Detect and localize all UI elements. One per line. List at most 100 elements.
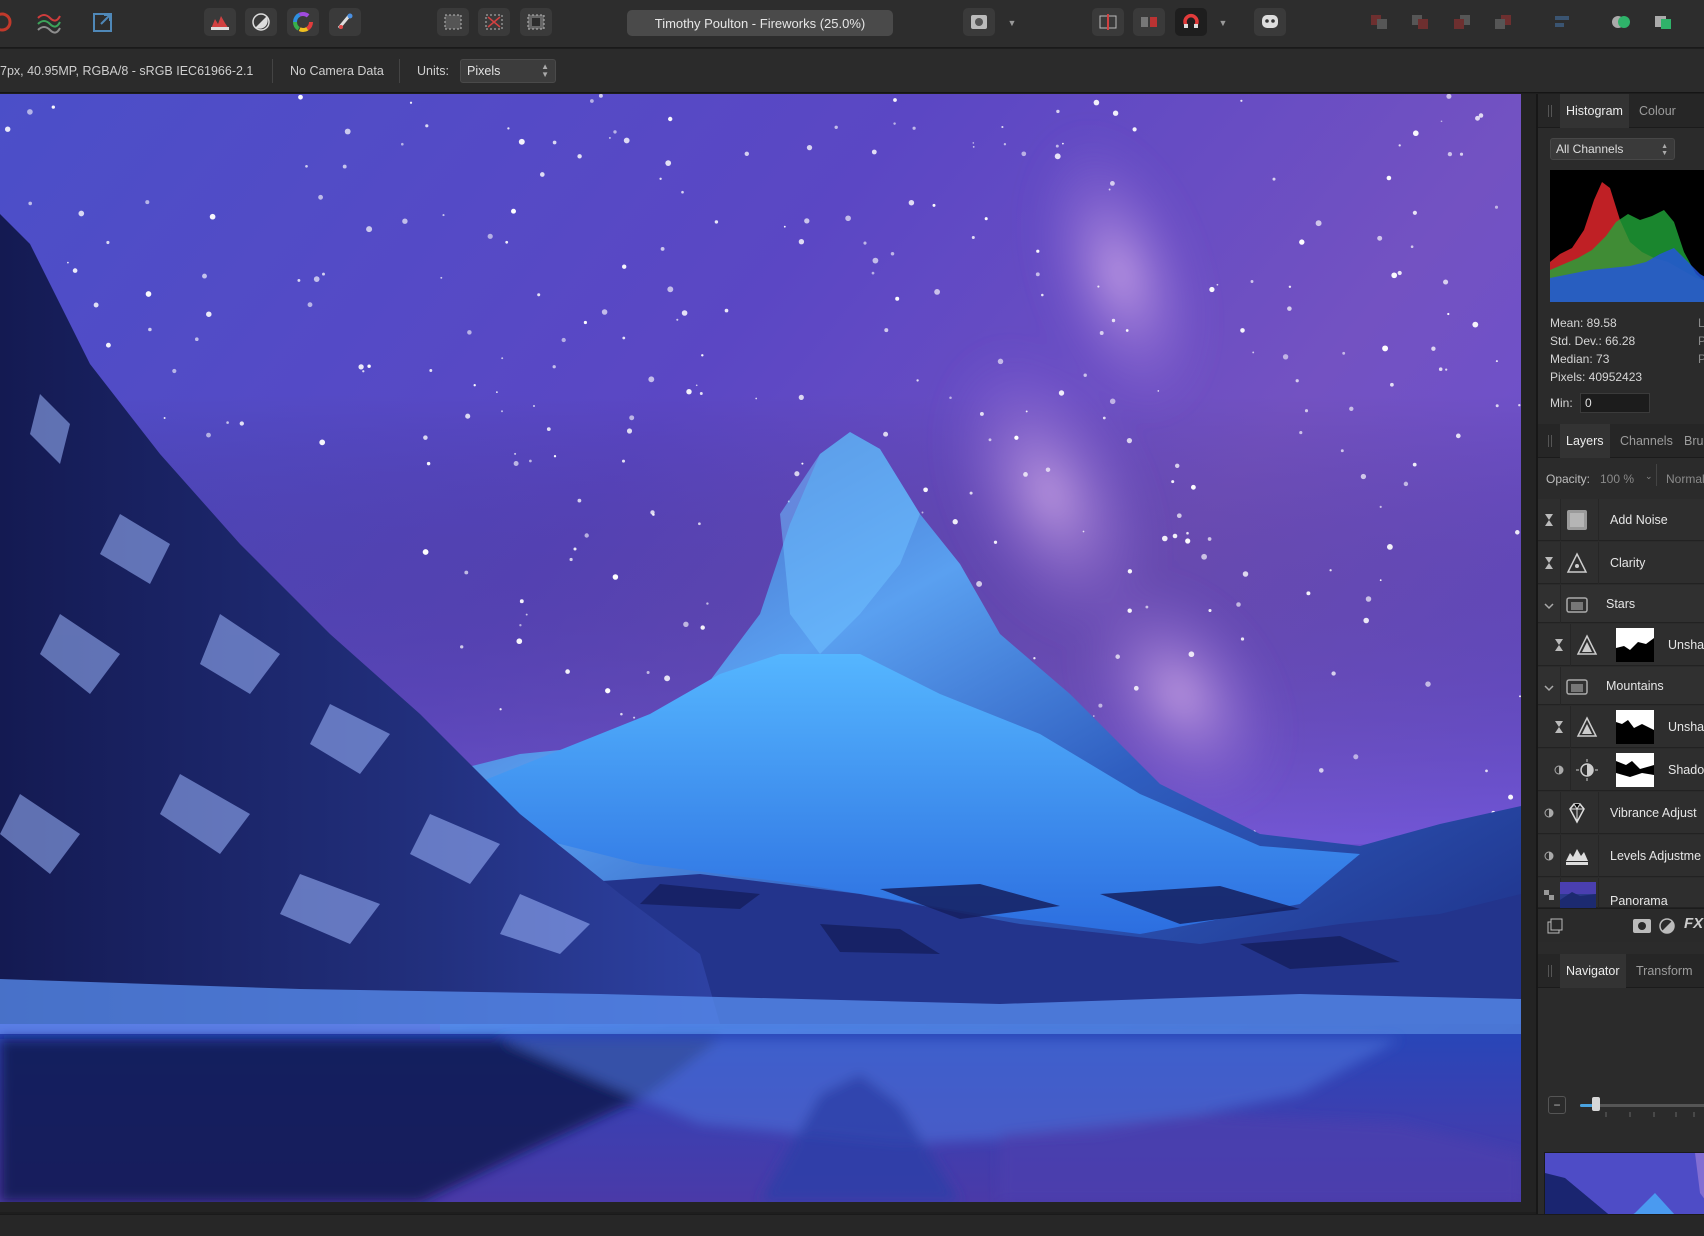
fx-icon[interactable]: FX: [1684, 915, 1703, 932]
brush-tools-icon[interactable]: [329, 8, 361, 36]
star: [1519, 695, 1521, 698]
layer-row[interactable]: Vibrance Adjust: [1538, 792, 1704, 834]
star: [1185, 538, 1191, 544]
star: [1102, 416, 1106, 420]
star: [1092, 715, 1095, 717]
quick-mask-icon[interactable]: [963, 8, 995, 36]
layer-visibility-icon[interactable]: [1542, 804, 1556, 822]
develop-persona-icon[interactable]: [32, 8, 64, 36]
layer-visibility-icon[interactable]: [1552, 761, 1566, 779]
star: [1236, 602, 1241, 607]
deselect-icon[interactable]: [478, 8, 510, 36]
channel-select[interactable]: All Channels ▲ ▼: [1550, 138, 1675, 160]
separator: [272, 59, 273, 83]
star: [1242, 571, 1249, 577]
vibrance-icon: [1562, 798, 1592, 828]
tab-channels[interactable]: Channels: [1614, 424, 1679, 458]
layer-visibility-icon[interactable]: [1552, 636, 1566, 654]
star: [496, 391, 498, 393]
panel-grip-icon[interactable]: [1548, 105, 1552, 117]
channel-select-value: All Channels: [1556, 142, 1624, 156]
boolean-subtract-icon[interactable]: [1647, 8, 1679, 36]
align-icon[interactable]: [1546, 8, 1578, 36]
layer-row[interactable]: Shado: [1538, 749, 1704, 791]
personas-icon[interactable]: [0, 8, 18, 36]
star: [806, 144, 813, 151]
opacity-value[interactable]: 100 %: [1600, 472, 1634, 486]
star: [1494, 205, 1499, 209]
colour-wheel-icon[interactable]: [287, 8, 319, 36]
assistant-icon[interactable]: [1254, 8, 1286, 36]
chevron-down-icon[interactable]: ▼: [1005, 14, 1019, 32]
arrange-back-icon[interactable]: [1363, 8, 1395, 36]
invert-selection-icon[interactable]: [520, 8, 552, 36]
arrange-backward-icon[interactable]: [1404, 8, 1436, 36]
layer-visibility-icon[interactable]: [1542, 847, 1556, 865]
star: [798, 394, 804, 400]
layer-row[interactable]: Clarity: [1538, 542, 1704, 584]
export-persona-icon[interactable]: [87, 8, 119, 36]
star: [923, 487, 928, 493]
chevron-down-icon[interactable]: ⌄: [1645, 471, 1653, 482]
star: [622, 264, 627, 269]
zoom-slider-handle[interactable]: [1591, 1097, 1600, 1111]
units-value: Pixels: [467, 64, 501, 78]
camera-data-text: No Camera Data: [290, 64, 384, 78]
layer-group-row[interactable]: Stars: [1538, 585, 1704, 623]
star: [4, 126, 11, 132]
layer-visibility-icon[interactable]: [1542, 886, 1556, 904]
layer-name: Levels Adjustme: [1610, 849, 1702, 863]
star: [423, 435, 428, 440]
tab-layers[interactable]: Layers: [1560, 424, 1610, 458]
tab-colour[interactable]: Colour: [1633, 94, 1682, 128]
tab-brushes[interactable]: Bru: [1678, 424, 1704, 458]
layer-visibility-icon[interactable]: [1542, 554, 1556, 572]
star: [533, 405, 535, 407]
tab-histogram[interactable]: Histogram: [1560, 94, 1629, 128]
tab-transform[interactable]: Transform: [1630, 954, 1699, 988]
layer-visibility-icon[interactable]: [1552, 718, 1566, 736]
star: [845, 215, 851, 222]
panel-grip-icon[interactable]: [1548, 965, 1552, 977]
layers-stack-icon[interactable]: [1546, 917, 1564, 938]
star: [1288, 285, 1292, 289]
document-title[interactable]: Timothy Poulton - Fireworks (25.0%): [627, 10, 893, 36]
arrange-front-icon[interactable]: [1487, 8, 1519, 36]
star: [1379, 505, 1382, 508]
mirror-view-icon[interactable]: [1133, 8, 1165, 36]
min-input[interactable]: 0: [1580, 393, 1650, 413]
tab-navigator[interactable]: Navigator: [1560, 954, 1626, 988]
document-canvas[interactable]: [0, 94, 1521, 1202]
layer-row[interactable]: Levels Adjustme: [1538, 835, 1704, 877]
levels-icon[interactable]: [204, 8, 236, 36]
marquee-select-icon[interactable]: [437, 8, 469, 36]
layer-visibility-icon[interactable]: [1542, 511, 1556, 529]
min-label: Min:: [1550, 396, 1573, 410]
star: [1315, 220, 1322, 227]
units-select[interactable]: Pixels ▲ ▼: [460, 59, 556, 83]
chevron-down-icon[interactable]: [1542, 679, 1556, 697]
mask-icon[interactable]: [1632, 917, 1652, 938]
adjustment-icon[interactable]: [1658, 917, 1676, 938]
star: [893, 98, 897, 102]
white-balance-icon[interactable]: [245, 8, 277, 36]
chevron-down-icon[interactable]: [1542, 597, 1556, 615]
layer-row[interactable]: Add Noise: [1538, 499, 1704, 541]
zoom-out-button[interactable]: −: [1548, 1096, 1566, 1114]
star: [1495, 360, 1498, 363]
layer-row[interactable]: Unsha: [1538, 706, 1704, 748]
shadows-highlights-icon: [1572, 755, 1602, 785]
panel-grip-icon[interactable]: [1548, 435, 1552, 447]
split-view-icon[interactable]: [1092, 8, 1124, 36]
snapping-icon[interactable]: [1175, 8, 1207, 36]
boolean-add-icon[interactable]: [1605, 8, 1637, 36]
layer-row[interactable]: Unsha: [1538, 624, 1704, 666]
star: [1054, 153, 1061, 160]
chevron-down-icon[interactable]: ▼: [1216, 14, 1230, 32]
layer-group-row[interactable]: Mountains: [1538, 667, 1704, 705]
star: [997, 358, 1004, 365]
arrange-forward-icon[interactable]: [1446, 8, 1478, 36]
blend-mode-select[interactable]: Normal: [1666, 472, 1704, 486]
layer-row[interactable]: Panorama: [1538, 878, 1704, 908]
pixel-layer-icon: [1560, 882, 1596, 908]
